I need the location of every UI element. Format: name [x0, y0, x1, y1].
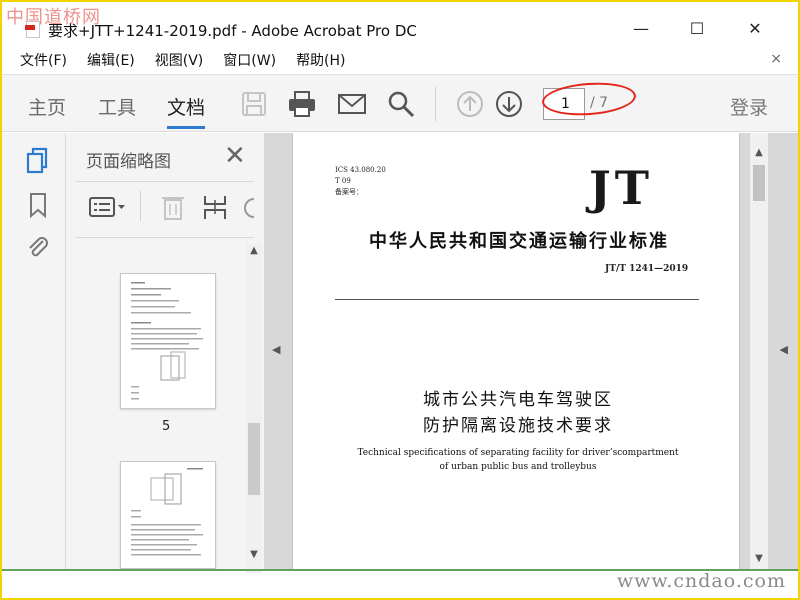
- pdf-page: ICS 43.080.20 T 09 备案号： JT 中华人民共和国交通运输行业…: [292, 133, 740, 569]
- rotate-icon[interactable]: [242, 195, 256, 221]
- divider: [76, 181, 254, 182]
- save-icon[interactable]: [239, 89, 269, 119]
- minimize-button[interactable]: —: [618, 12, 664, 44]
- menu-window[interactable]: 窗口(W): [223, 50, 276, 70]
- menu-help[interactable]: 帮助(H): [296, 50, 345, 70]
- print-icon[interactable]: [287, 89, 317, 119]
- menu-edit[interactable]: 编辑(E): [87, 50, 135, 70]
- ics-block: ICS 43.080.20 T 09 备案号：: [335, 165, 386, 198]
- mail-icon[interactable]: [337, 89, 367, 119]
- document-title-cn-line2: 防护隔离设施技术要求: [423, 416, 613, 436]
- record-number: 备案号：: [335, 188, 363, 196]
- scroll-up-arrow[interactable]: ▲: [246, 245, 262, 256]
- thumbnail-page-5[interactable]: [120, 273, 216, 409]
- pdf-file-icon: [25, 21, 40, 38]
- document-title-en-line1: Technical specifications of separating f…: [357, 448, 679, 458]
- tab-document[interactable]: 文档: [167, 93, 206, 129]
- document-scroll-thumb[interactable]: [753, 165, 765, 201]
- thumbnails-close-button[interactable]: ✕: [224, 143, 246, 169]
- delete-icon[interactable]: [160, 193, 186, 221]
- title-rule: [335, 299, 699, 300]
- page-up-icon[interactable]: [455, 89, 485, 119]
- standard-code: JT/T 1241—2019: [605, 264, 689, 274]
- divider: [76, 237, 254, 238]
- search-icon[interactable]: [386, 89, 416, 119]
- page-thumbnails-icon[interactable]: [24, 147, 52, 175]
- thumbnails-scrollbar[interactable]: [246, 243, 262, 573]
- document-scrollbar[interactable]: ▲ ▼: [750, 133, 768, 569]
- toolbar: 主页 工具 文档 1 / 7 登录: [2, 74, 798, 132]
- page-down-icon[interactable]: [494, 89, 524, 119]
- standard-title: 中华人民共和国交通运输行业标准: [369, 231, 669, 252]
- menu-file[interactable]: 文件(F): [20, 50, 67, 70]
- ics-code: ICS 43.080.20: [335, 166, 386, 174]
- scroll-down-arrow[interactable]: ▼: [246, 549, 262, 560]
- document-view: ◀ ICS 43.080.20 T 09 备案号： JT 中华人民共和国交通运输…: [264, 133, 798, 569]
- watermark-bottom-right: www.cndao.com: [616, 570, 786, 592]
- highlight-annotation: [540, 79, 638, 119]
- jt-logo: JT: [589, 161, 653, 215]
- thumbnails-title: 页面缩略图: [86, 152, 171, 172]
- maximize-button[interactable]: ☐: [674, 12, 720, 44]
- attachment-icon[interactable]: [24, 233, 52, 261]
- thumbnail-page-6[interactable]: [120, 461, 216, 569]
- bookmark-icon[interactable]: [24, 191, 52, 219]
- tab-home[interactable]: 主页: [28, 93, 66, 120]
- collapse-right-arrow[interactable]: ◀: [780, 343, 788, 356]
- doc-scroll-up-arrow[interactable]: ▲: [750, 147, 768, 158]
- tab-tools[interactable]: 工具: [98, 93, 136, 120]
- toolbar-separator: [435, 87, 436, 121]
- insert-icon[interactable]: [202, 193, 228, 221]
- login-link[interactable]: 登录: [730, 93, 768, 120]
- title-bar: 中国道桥网 要求+JTT+1241-2019.pdf - Adobe Acrob…: [2, 2, 798, 42]
- document-title-cn-line1: 城市公共汽电车驾驶区: [423, 390, 613, 410]
- close-window-button[interactable]: ✕: [732, 12, 778, 44]
- panel-separator: [140, 191, 141, 221]
- menu-view[interactable]: 视图(V): [155, 50, 204, 70]
- menu-close-button[interactable]: ×: [770, 51, 782, 67]
- collapse-left-arrow[interactable]: ◀: [272, 343, 280, 356]
- window-title: 要求+JTT+1241-2019.pdf - Adobe Acrobat Pro…: [48, 22, 417, 40]
- thumbnails-panel: 页面缩略图 ✕ 5 ▲ ▼: [66, 133, 264, 573]
- thumbnails-scroll-thumb[interactable]: [248, 423, 260, 495]
- options-icon[interactable]: [88, 195, 128, 219]
- document-title-en-line2: of urban public bus and trolleybus: [439, 462, 597, 472]
- menu-bar: 文件(F) 编辑(E) 视图(V) 窗口(W) 帮助(H) ×: [2, 46, 798, 74]
- navigation-rail: [2, 133, 66, 569]
- classification-code: T 09: [335, 177, 351, 185]
- doc-scroll-down-arrow[interactable]: ▼: [750, 553, 768, 564]
- thumbnail-page-label: 5: [162, 419, 171, 434]
